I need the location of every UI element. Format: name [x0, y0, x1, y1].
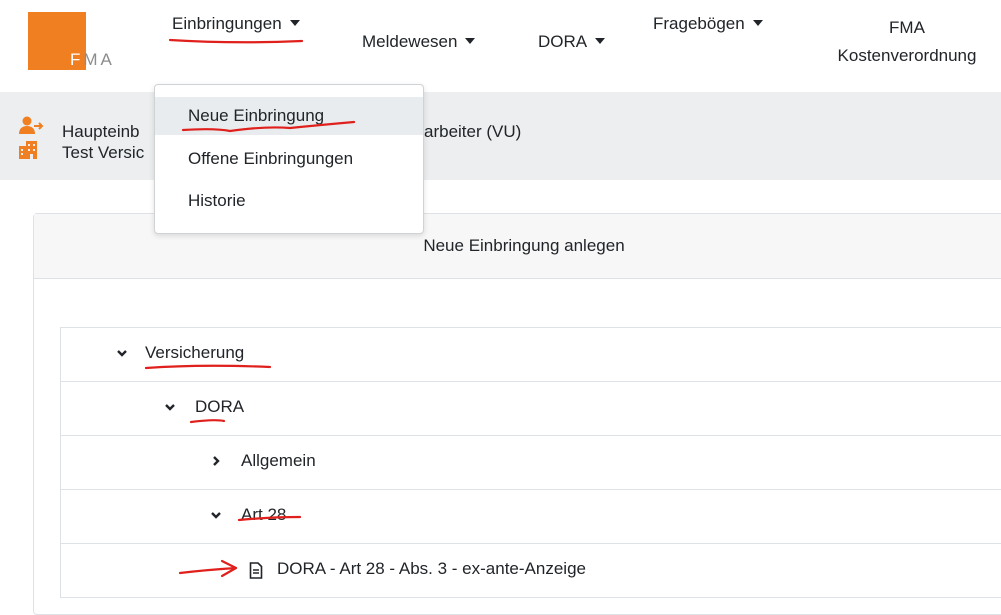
- document-label-rest: - Art 28 - Abs. 3 - ex-ante-Anzeige: [325, 559, 586, 578]
- chevron-down-icon[interactable]: [117, 346, 127, 360]
- nav-einbringungen[interactable]: Einbringungen: [172, 14, 300, 34]
- user-line: Haupteinb: [62, 122, 140, 142]
- nav-meldewesen-label: Meldewesen: [362, 32, 458, 51]
- top-navbar: FMA Einbringungen Meldewesen DORA Frageb…: [0, 0, 1001, 92]
- nav-fma-line1: FMA: [889, 18, 925, 37]
- dropdown-item-neue-einbringung[interactable]: Neue Einbringung: [155, 97, 423, 135]
- nav-einbringungen-label: Einbringungen: [172, 14, 282, 33]
- user-line-start: Haupteinb: [62, 122, 140, 141]
- dropdown-item-historie[interactable]: Historie: [155, 182, 423, 220]
- caret-down-icon: [289, 20, 300, 26]
- nav-dora[interactable]: DORA: [538, 32, 606, 52]
- file-text-icon: [249, 562, 263, 579]
- nav-fma-line2: Kostenverordnung: [837, 46, 977, 65]
- nav-meldewesen[interactable]: Meldewesen: [362, 32, 476, 52]
- tree-row[interactable]: Allgemein: [60, 436, 1001, 490]
- chevron-right-icon[interactable]: [211, 454, 221, 468]
- caret-down-icon: [752, 20, 763, 26]
- company-line: Test Versic: [62, 143, 145, 162]
- nav-frageboegen-label: Fragebögen: [653, 14, 745, 33]
- tree-node-allgemein[interactable]: Allgemein: [241, 451, 316, 471]
- user-info-band: Haupteinb arbeiter (VU) Test Versic: [0, 92, 1001, 180]
- chevron-down-icon[interactable]: [165, 400, 175, 414]
- dropdown-item-offene-einbringungen[interactable]: Offene Einbringungen: [155, 140, 423, 178]
- einbringungen-dropdown-menu: Neue Einbringung Offene Einbringungen Hi…: [154, 84, 424, 234]
- submission-tree: Versicherung DORA Allgemein Art 28 DORA …: [60, 327, 1001, 598]
- tree-row-document[interactable]: DORA - Art 28 - Abs. 3 - ex-ante-Anzeige: [60, 544, 1001, 598]
- caret-down-icon: [465, 38, 476, 44]
- tree-node-art-28[interactable]: Art 28: [241, 505, 286, 525]
- tree-node-dora[interactable]: DORA: [195, 397, 244, 417]
- nav-dora-label: DORA: [538, 32, 588, 51]
- tree-row[interactable]: DORA: [60, 382, 1001, 436]
- tree-document-link[interactable]: DORA - Art 28 - Abs. 3 - ex-ante-Anzeige: [277, 559, 586, 579]
- tree-node-versicherung[interactable]: Versicherung: [145, 343, 244, 363]
- user-switch-icon: [19, 116, 44, 134]
- tree-row[interactable]: Art 28: [60, 490, 1001, 544]
- document-label-bold: DORA: [277, 559, 326, 578]
- user-line-end: arbeiter (VU): [424, 122, 522, 141]
- chevron-down-icon[interactable]: [211, 508, 221, 522]
- nav-frageboegen[interactable]: Fragebögen: [653, 14, 763, 34]
- building-icon: [19, 141, 37, 159]
- caret-down-icon: [595, 38, 606, 44]
- nav-fma-kostenverordnung[interactable]: FMA Kostenverordnung: [820, 14, 994, 70]
- tree-row[interactable]: Versicherung: [60, 328, 1001, 382]
- fma-logo-text: FMA: [70, 50, 115, 69]
